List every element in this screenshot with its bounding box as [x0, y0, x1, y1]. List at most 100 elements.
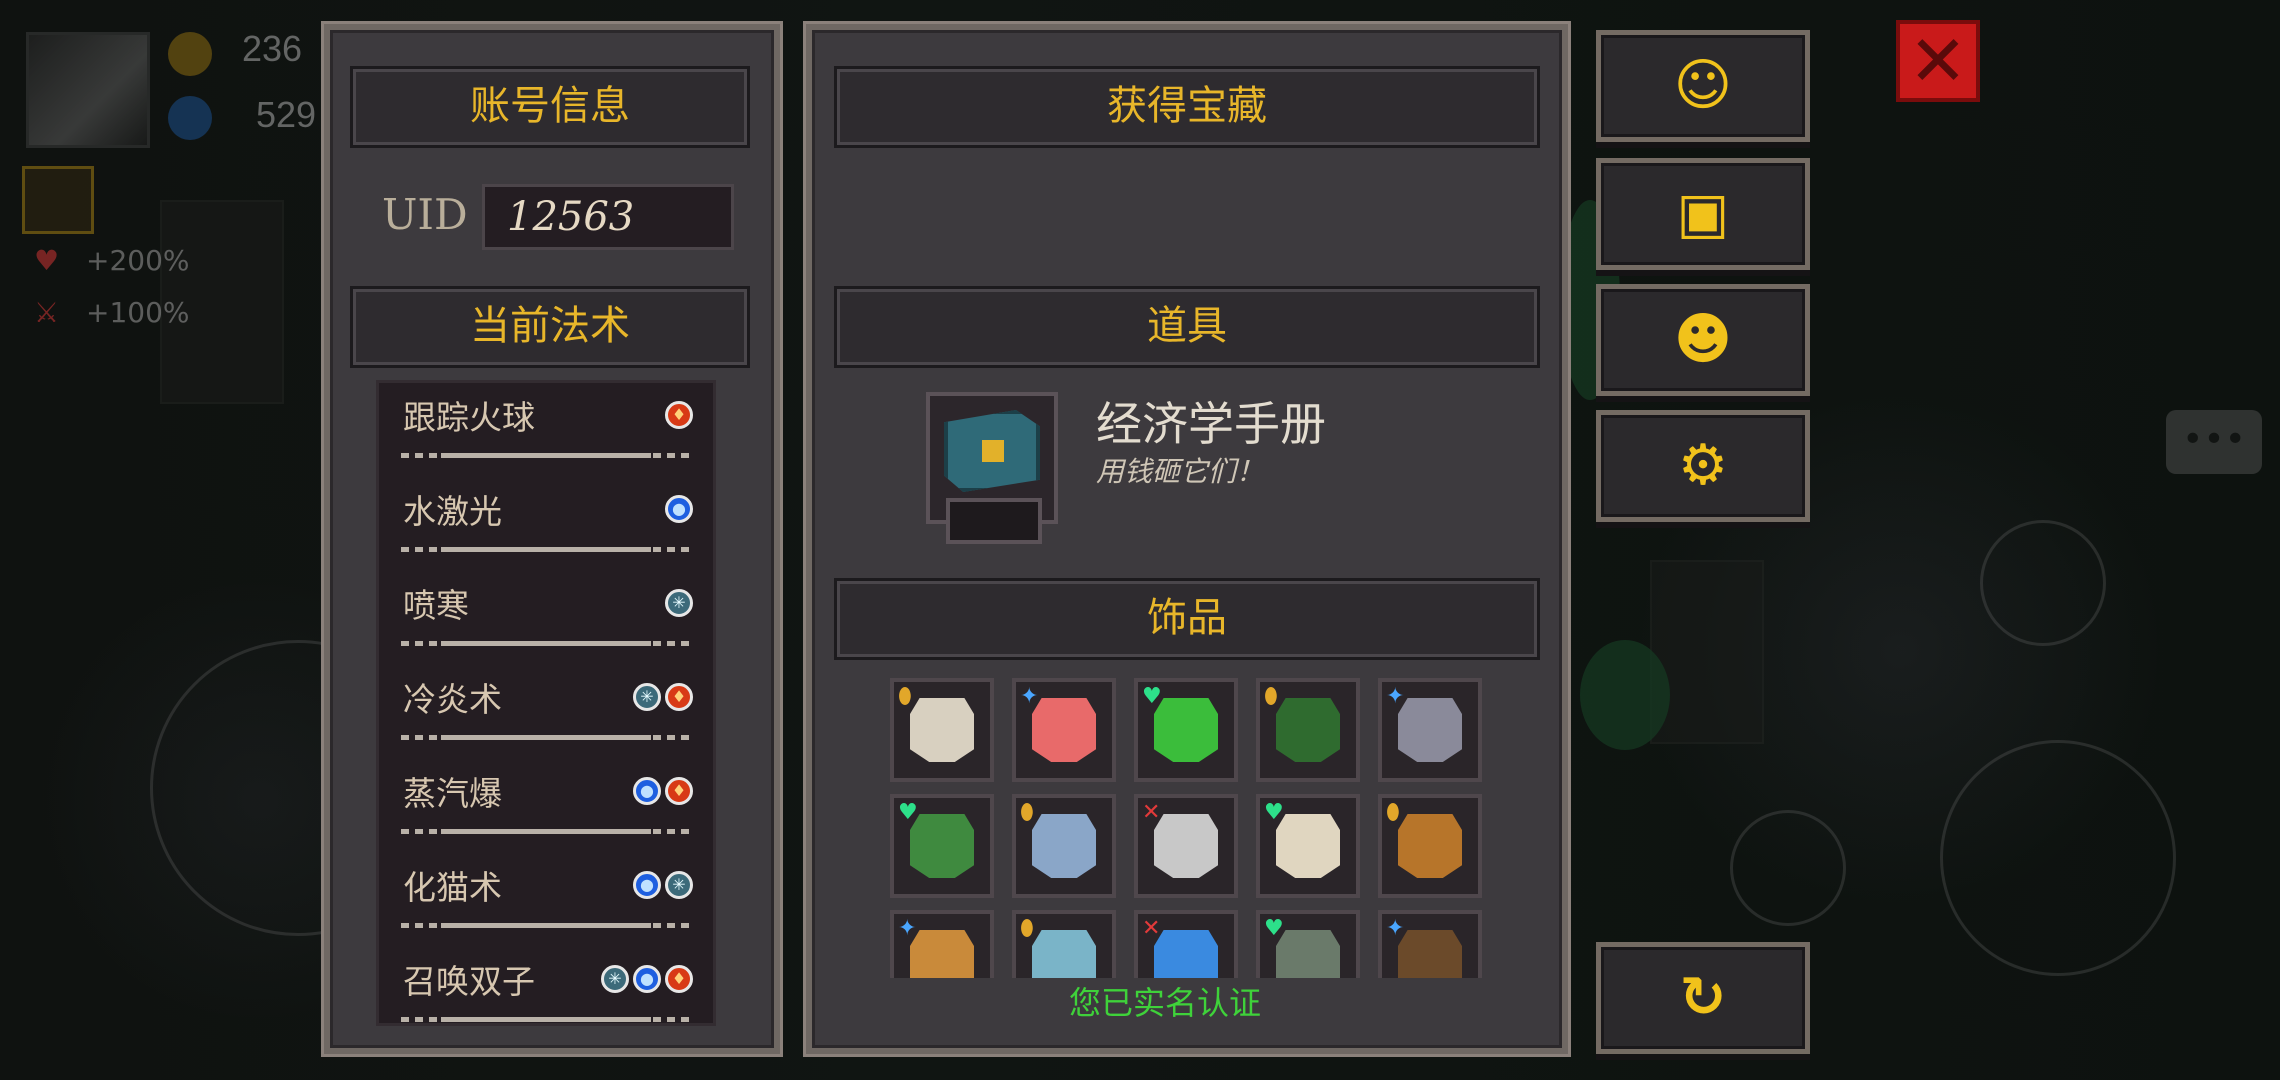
spell-item[interactable]: 水激光 ●: [379, 477, 713, 571]
spell-name: 化猫术: [403, 868, 502, 907]
blue-rarity-icon: ✦: [1020, 684, 1039, 709]
ice-element-icon: ✳: [633, 683, 661, 711]
divider: [401, 453, 691, 458]
gold-rarity-icon: ⬮: [1020, 800, 1034, 825]
meat-icon: [1032, 698, 1096, 762]
account-info-header: 账号信息: [350, 66, 750, 148]
atk-buff-text: +100%: [86, 296, 190, 329]
green-rarity-icon: ♥: [1264, 800, 1284, 825]
ice-element-icon: ✳: [665, 871, 693, 899]
spell-name: 跟踪火球: [403, 398, 535, 437]
right-joystick[interactable]: [1940, 740, 2176, 976]
spell-name: 喷寒: [403, 586, 469, 625]
skull-necklace-icon: [1398, 698, 1462, 762]
sock-icon: [1032, 930, 1096, 978]
sword-icon: ⚔: [34, 296, 60, 329]
fire-element-icon: ♦: [665, 777, 693, 805]
ten-percent-card-icon: [1276, 698, 1340, 762]
accessory-slot[interactable]: ⬮: [1012, 910, 1116, 978]
bg-wall-tile: [1650, 560, 1764, 744]
accessory-slot[interactable]: ♥: [890, 794, 994, 898]
spell-item[interactable]: 跟踪火球 ♦: [379, 383, 713, 477]
gold-rarity-icon: ⬮: [1020, 916, 1034, 941]
accessory-slot[interactable]: ⬮: [1256, 678, 1360, 782]
divider: [401, 829, 691, 834]
blue-rarity-icon: ✦: [1386, 684, 1405, 709]
shield-icon: [910, 698, 974, 762]
skill-button-fire[interactable]: [1730, 810, 1846, 926]
pickaxe-icon: [1398, 814, 1462, 878]
character-button[interactable]: ☻: [1596, 284, 1810, 396]
accessory-grid[interactable]: ⬮ ✦ ♥ ⬮ ✦ ♥ ⬮ ✕ ♥ ⬮ ✦ ⬮ ✕ ♥ ✦: [890, 678, 1490, 978]
character-icon: ☻: [1673, 307, 1733, 372]
headset-icon: ☺: [1673, 53, 1733, 118]
close-icon: ✕: [1908, 20, 1968, 102]
accessory-slot[interactable]: ♥: [1134, 678, 1238, 782]
gun-icon: [1276, 930, 1340, 978]
box-icon: [1398, 930, 1462, 978]
spell-name: 冷炎术: [403, 680, 502, 719]
bg-tree: [1580, 640, 1670, 750]
fire-element-icon: ♦: [665, 965, 693, 993]
spell-item[interactable]: 召唤双子 ✳ ● ♦: [379, 947, 713, 1023]
pie-icon: [910, 930, 974, 978]
accessories-header: 饰品: [834, 578, 1540, 660]
current-spells-header: 当前法术: [350, 286, 750, 368]
gold-rarity-icon: ⬮: [1264, 684, 1278, 709]
spell-item[interactable]: 蒸汽爆 ● ♦: [379, 759, 713, 853]
accessory-slot[interactable]: ✦: [1378, 910, 1482, 978]
gem-icon: [168, 96, 212, 140]
clover-icon: [910, 814, 974, 878]
accessory-slot[interactable]: ⬮: [890, 678, 994, 782]
red-rarity-icon: ✕: [1142, 916, 1161, 941]
divider: [401, 1017, 691, 1022]
accessory-slot[interactable]: ♥: [1256, 910, 1360, 978]
gem-count: 529: [256, 94, 317, 135]
spell-name: 召唤双子: [403, 962, 535, 1001]
refresh-icon: ↻: [1679, 965, 1727, 1030]
hood-icon: [1032, 814, 1096, 878]
green-rarity-icon: ♥: [1142, 684, 1162, 709]
player-avatar[interactable]: [26, 32, 150, 148]
spell-item[interactable]: 喷寒 ✳: [379, 571, 713, 665]
chat-bubble-icon[interactable]: •••: [2166, 410, 2262, 474]
accessory-slot[interactable]: ✦: [890, 910, 994, 978]
divider: [401, 547, 691, 552]
gold-rarity-icon: ⬮: [898, 684, 912, 709]
crystal-icon: [1154, 930, 1218, 978]
refresh-button[interactable]: ↻: [1596, 942, 1810, 1054]
water-element-icon: ●: [665, 495, 693, 523]
accessory-slot[interactable]: ✕: [1134, 794, 1238, 898]
blue-rarity-icon: ✦: [1386, 916, 1405, 941]
gold-rarity-icon: ⬮: [1386, 800, 1400, 825]
accessory-slot[interactable]: ⬮: [1378, 794, 1482, 898]
green-rarity-icon: ♥: [1264, 916, 1284, 941]
accessory-slot[interactable]: ✕: [1134, 910, 1238, 978]
verified-status: 您已实名认证: [1068, 984, 1261, 1022]
bone-icon: [1276, 814, 1340, 878]
water-element-icon: ●: [633, 965, 661, 993]
divider: [401, 735, 691, 740]
support-button[interactable]: ☺: [1596, 30, 1810, 142]
item-name: 经济学手册: [1096, 397, 1326, 451]
settings-button[interactable]: ⚙: [1596, 410, 1810, 522]
props-header: 道具: [834, 286, 1540, 368]
fire-element-icon: ♦: [665, 401, 693, 429]
hp-buff-text: +200%: [86, 244, 190, 277]
stone-icon: [1154, 814, 1218, 878]
gift-button[interactable]: ▣: [1596, 158, 1810, 270]
close-button[interactable]: ✕: [1896, 20, 1980, 102]
water-element-icon: ●: [633, 871, 661, 899]
accessory-slot[interactable]: ✦: [1012, 678, 1116, 782]
accessory-slot[interactable]: ♥: [1256, 794, 1360, 898]
uid-label: UID: [382, 190, 468, 239]
uid-value: 12563: [482, 184, 734, 250]
item-description: 用钱砸它们！: [1096, 455, 1265, 488]
accessory-slot[interactable]: ✦: [1378, 678, 1482, 782]
book-icon: [944, 410, 1040, 492]
skill-button-ice[interactable]: [1980, 520, 2106, 646]
spell-item[interactable]: 化猫术 ● ✳: [379, 853, 713, 947]
spell-item[interactable]: 冷炎术 ✳ ♦: [379, 665, 713, 759]
spell-list[interactable]: 跟踪火球 ♦ 水激光 ● 喷寒 ✳ 冷炎术 ✳ ♦ 蒸汽爆 ● ♦ 化猫术 ● ✳ 召…: [376, 380, 716, 1026]
accessory-slot[interactable]: ⬮: [1012, 794, 1116, 898]
